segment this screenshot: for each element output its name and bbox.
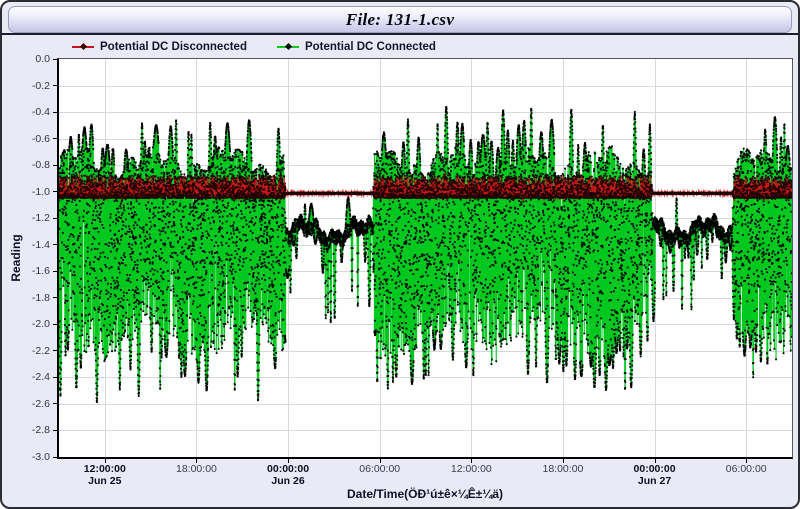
- x-tick-time: 18:00:00: [543, 463, 584, 475]
- x-axis-title: Date/Time(ÖÐ¹ú±ê×¼Ê±¼ä): [347, 487, 503, 501]
- y-tick-label: -1.2: [4, 212, 50, 224]
- x-tick-time: 18:00:00: [176, 463, 217, 475]
- x-tick-label: 12:00:00Jun 25: [84, 463, 126, 487]
- plot-canvas[interactable]: [59, 59, 792, 457]
- legend: Potential DC Disconnected Potential DC Co…: [72, 39, 436, 55]
- y-tick-label: -1.6: [4, 265, 50, 277]
- x-tick-date: Jun 26: [267, 475, 309, 487]
- y-tick-mark: [53, 350, 58, 351]
- chart-window: File: 131-1.csv Potential DC Disconnecte…: [0, 0, 800, 509]
- y-tick-label: -2.8: [4, 424, 50, 436]
- title-bar[interactable]: File: 131-1.csv: [8, 6, 792, 33]
- y-tick-label: -2.2: [4, 345, 50, 357]
- y-tick-mark: [53, 271, 58, 272]
- y-tick-label: 0.0: [4, 53, 50, 65]
- y-tick-mark: [53, 85, 58, 86]
- x-tick-label: 06:00:00: [359, 463, 400, 475]
- legend-item-0: Potential DC Disconnected: [72, 41, 247, 53]
- legend-line-sample: [277, 46, 299, 48]
- y-tick-label: -2.0: [4, 318, 50, 330]
- title-divider: [2, 33, 798, 35]
- y-tick-label: -0.2: [4, 80, 50, 92]
- x-tick-time: 06:00:00: [726, 463, 767, 475]
- x-tick-label: 06:00:00: [726, 463, 767, 475]
- x-tick-time: 00:00:00: [267, 463, 309, 475]
- window-title: File: 131-1.csv: [346, 10, 454, 30]
- legend-marker-icon: [285, 43, 292, 50]
- plot-area: [57, 58, 793, 459]
- x-tick-date: Jun 25: [84, 475, 126, 487]
- x-tick-time: 12:00:00: [451, 463, 492, 475]
- x-tick-label: 18:00:00: [176, 463, 217, 475]
- x-tick-time: 00:00:00: [634, 463, 676, 475]
- y-tick-mark: [53, 165, 58, 166]
- y-tick-label: -1.4: [4, 239, 50, 251]
- y-tick-mark: [53, 377, 58, 378]
- y-tick-mark: [53, 191, 58, 192]
- x-tick-time: 12:00:00: [84, 463, 126, 475]
- legend-item-1: Potential DC Connected: [277, 41, 436, 53]
- y-tick-mark: [53, 430, 58, 431]
- legend-line-sample: [72, 46, 94, 48]
- y-tick-label: -0.8: [4, 159, 50, 171]
- x-tick-time: 06:00:00: [359, 463, 400, 475]
- legend-label: Potential DC Connected: [305, 41, 436, 53]
- y-tick-mark: [53, 218, 58, 219]
- y-tick-mark: [53, 457, 58, 458]
- y-tick-label: -0.6: [4, 133, 50, 145]
- y-tick-mark: [53, 324, 58, 325]
- x-tick-label: 12:00:00: [451, 463, 492, 475]
- y-tick-mark: [53, 138, 58, 139]
- x-tick-date: Jun 27: [634, 475, 676, 487]
- y-tick-mark: [53, 297, 58, 298]
- y-tick-label: -1.8: [4, 292, 50, 304]
- y-tick-label: -3.0: [4, 451, 50, 463]
- y-tick-mark: [53, 112, 58, 113]
- y-tick-label: -0.4: [4, 106, 50, 118]
- y-tick-label: -2.4: [4, 371, 50, 383]
- legend-marker-icon: [80, 43, 87, 50]
- x-tick-label: 18:00:00: [543, 463, 584, 475]
- y-tick-mark: [53, 244, 58, 245]
- legend-label: Potential DC Disconnected: [100, 41, 247, 53]
- y-tick-label: -1.0: [4, 186, 50, 198]
- y-axis-title: Reading: [9, 223, 23, 293]
- y-tick-label: -2.6: [4, 398, 50, 410]
- y-tick-mark: [53, 59, 58, 60]
- x-tick-label: 00:00:00Jun 27: [634, 463, 676, 487]
- y-tick-mark: [53, 403, 58, 404]
- x-tick-label: 00:00:00Jun 26: [267, 463, 309, 487]
